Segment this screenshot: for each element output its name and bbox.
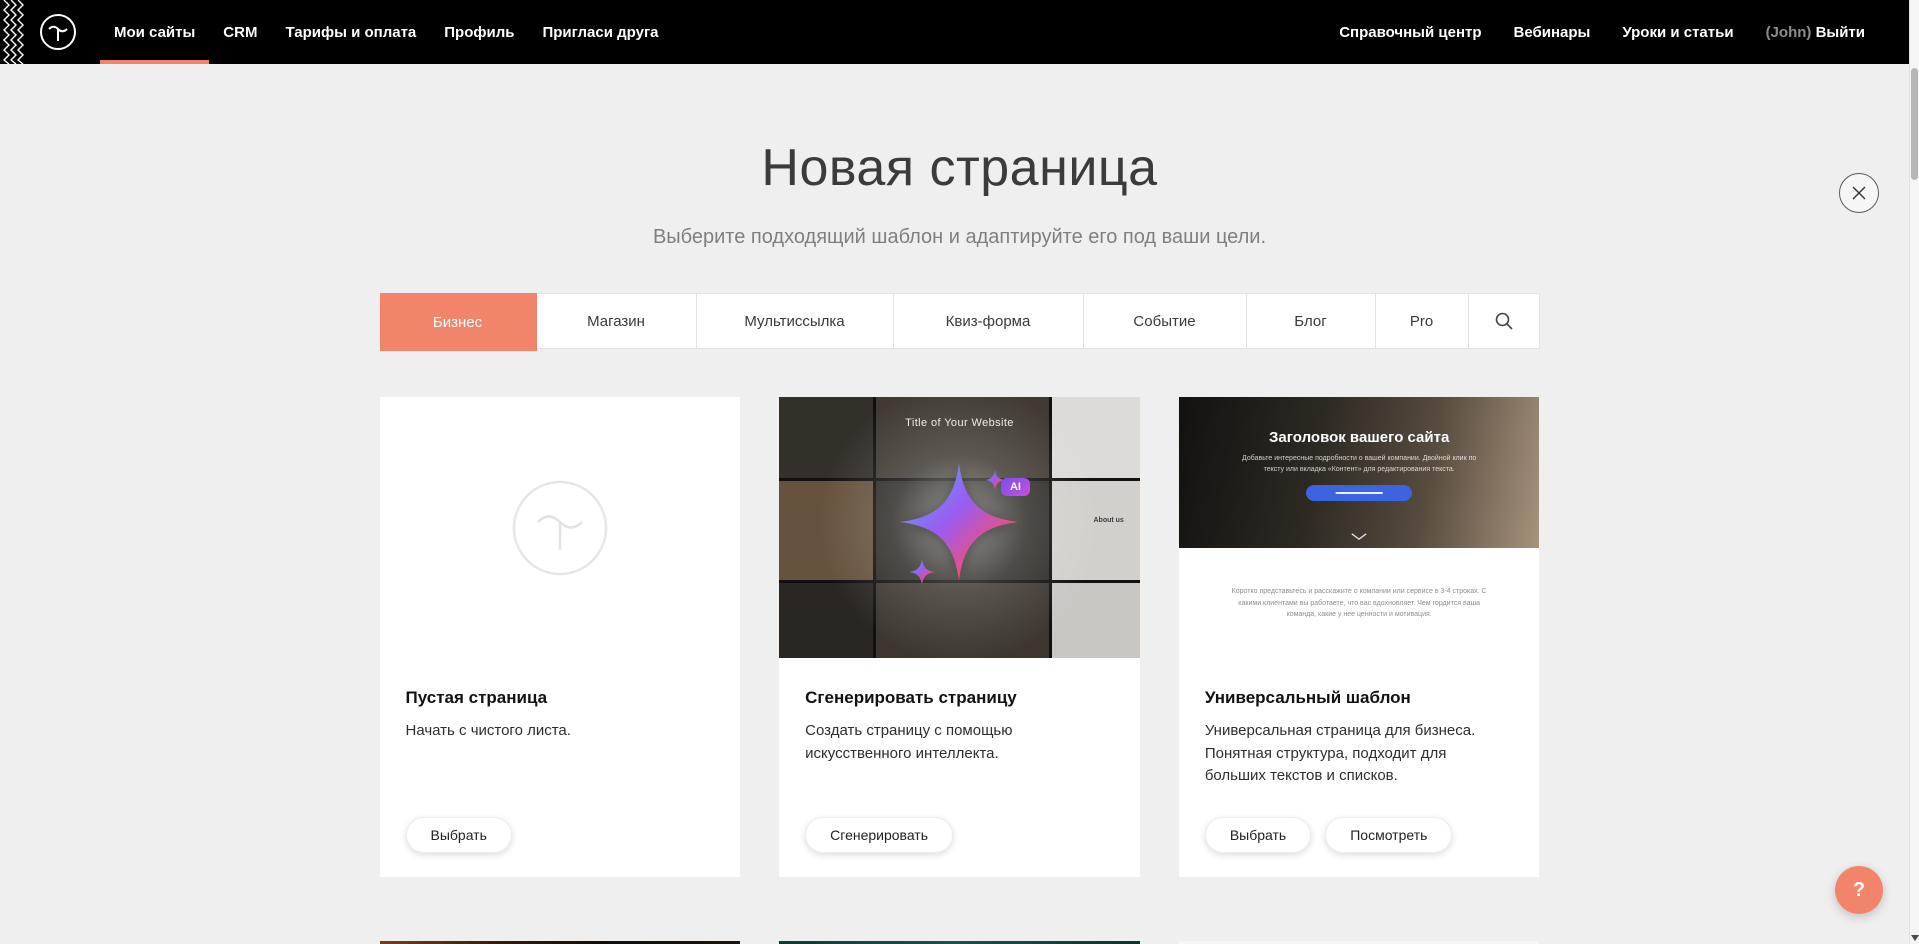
preview-subtitle-text: Добавьте интересные подробности о вашей … [1237,453,1482,475]
template-card-blank: Пустая страница Начать с чистого листа. … [380,397,741,877]
preview-text-section: Коротко представьтесь и расскажите о ком… [1179,548,1540,658]
secondary-menu: Справочный центр Вебинары Уроки и статьи… [1339,0,1865,64]
nav-webinars[interactable]: Вебинары [1514,24,1591,41]
card-actions: Выбрать Посмотреть [1205,817,1514,853]
main-menu: Мои сайты CRM Тарифы и оплата Профиль Пр… [100,0,673,64]
close-icon [1851,185,1867,201]
tab-store[interactable]: Магазин [537,294,697,348]
new-page-dialog: Новая страница Выберите подходящий шабло… [0,138,1919,944]
preview-cta-button [1306,485,1412,501]
tab-business[interactable]: Бизнес [380,293,537,351]
search-tab[interactable] [1469,294,1539,348]
template-grid: Пустая страница Начать с чистого листа. … [380,397,1540,944]
tab-event[interactable]: Событие [1084,294,1247,348]
scrollbar-thumb[interactable] [1911,68,1918,180]
user-name: (John) [1766,24,1812,41]
nav-profile[interactable]: Профиль [430,0,528,64]
ai-generate-preview: Title of Your Website About us AI [779,397,1140,658]
nav-help-center[interactable]: Справочный центр [1339,24,1481,41]
nav-invite-friend[interactable]: Пригласи друга [528,0,672,64]
page-subtitle: Выберите подходящий шаблон и адаптируйте… [0,226,1919,249]
tab-multilink[interactable]: Мультиссылка [697,294,894,348]
preview-about-label: About us [1094,517,1124,524]
user-block: (John) Выйти [1766,24,1865,41]
chevron-down-icon [1350,532,1368,541]
preview-body-text: Коротко представьтесь и расскажите о ком… [1229,586,1489,620]
blank-page-preview [380,397,741,658]
card-description: Универсальная страница для бизнеса. Поня… [1205,720,1514,788]
tab-quiz[interactable]: Квиз-форма [894,294,1084,348]
tilda-watermark-icon [510,478,610,578]
help-button[interactable]: ? [1835,866,1883,914]
card-title: Пустая страница [406,688,715,708]
card-title: Универсальный шаблон [1205,688,1514,708]
small-sparkle-icon [909,559,935,585]
nav-my-sites[interactable]: Мои сайты [100,0,209,64]
ai-badge: AI [1001,478,1030,496]
choose-blank-button[interactable]: Выбрать [406,817,512,853]
template-category-tabs: Бизнес Магазин Мультиссылка Квиз-форма С… [380,293,1540,349]
top-navbar: Мои сайты CRM Тарифы и оплата Профиль Пр… [0,0,1919,64]
scroll-down-arrow-icon[interactable] [1911,935,1919,941]
card-actions: Выбрать [406,817,715,853]
logout-link[interactable]: Выйти [1816,24,1865,41]
close-button[interactable] [1839,173,1879,213]
tab-blog[interactable]: Блог [1247,294,1376,348]
card-actions: Сгенерировать [805,817,1114,853]
card-description: Начать с чистого листа. [406,720,715,743]
template-card-universal: Заголовок вашего сайта Добавьте интересн… [1179,397,1540,877]
card-body: Универсальный шаблон Универсальная стран… [1179,658,1540,877]
template-card-ai: Title of Your Website About us AI Сгенер… [779,397,1140,877]
view-universal-button[interactable]: Посмотреть [1325,817,1452,853]
preview-site-title: Title of Your Website [779,417,1140,429]
preview-site-title: Заголовок вашего сайта [1269,429,1449,446]
search-icon [1494,311,1514,331]
page-title: Новая страница [0,138,1919,198]
universal-template-preview: Заголовок вашего сайта Добавьте интересн… [1179,397,1540,658]
preview-hero: Заголовок вашего сайта Добавьте интересн… [1179,397,1540,548]
nav-pricing[interactable]: Тарифы и оплата [271,0,430,64]
nav-crm[interactable]: CRM [209,0,271,64]
card-title: Сгенерировать страницу [805,688,1114,708]
choose-universal-button[interactable]: Выбрать [1205,817,1311,853]
card-body: Сгенерировать страницу Создать страницу … [779,658,1140,877]
card-description: Создать страницу с помощью искусственног… [805,720,1114,765]
generate-button[interactable]: Сгенерировать [805,817,953,853]
tab-pro[interactable]: Pro [1376,294,1469,348]
zigzag-pattern-icon [0,0,26,64]
card-body: Пустая страница Начать с чистого листа. … [380,658,741,877]
scrollbar[interactable] [1909,0,1919,944]
tilda-logo[interactable] [38,0,78,64]
nav-lessons[interactable]: Уроки и статьи [1622,24,1733,41]
